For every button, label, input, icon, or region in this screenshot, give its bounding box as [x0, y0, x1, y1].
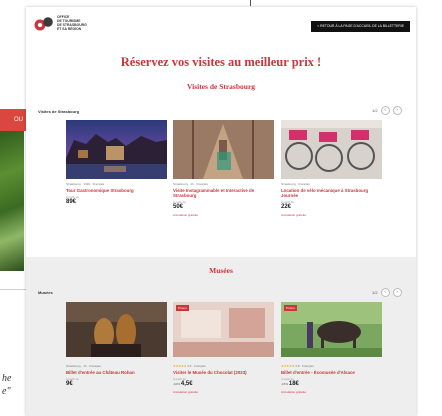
tour-card[interactable]: Strasbourg · 1h30 · Français Tour Gastro…	[66, 120, 167, 205]
card-cancellation-note: Annulation gratuite	[173, 390, 199, 395]
card-price: 9€	[66, 381, 73, 388]
card-price: 50€	[173, 204, 184, 211]
prev-arrow-icon[interactable]: ‹	[380, 106, 390, 115]
rating-stars: ★★★★★	[173, 364, 187, 368]
card-title[interactable]: Billet d'entrée au Château Rohan	[66, 370, 167, 375]
card-image	[281, 120, 382, 179]
card-title[interactable]: Tour Gastronomique Strasbourg	[66, 188, 167, 193]
logo-text: OFFICE DE TOURISME DE STRASBOURG ET SA R…	[57, 15, 87, 31]
card-price: 89€	[66, 199, 77, 206]
card-price-line: -10% 4,5€	[173, 381, 274, 387]
section-title-visites: Visites de Strasbourg	[186, 82, 256, 91]
page-title: Réservez vos visites au meilleur prix !	[120, 55, 322, 69]
card-image: Promo	[173, 302, 274, 361]
promo-badge: Promo	[284, 305, 297, 311]
promo-badge: Promo	[176, 305, 189, 311]
card-title[interactable]: Location de vélo mécanique à Strasbourg …	[281, 188, 382, 198]
section-subtitle-musees: Musées	[38, 290, 53, 295]
museum-card[interactable]: Promo ★★★★★ 4.6 · Français Visiter le Mu…	[173, 302, 274, 394]
card-title[interactable]: Visiter le Musée du Chocolat (2023)	[173, 370, 274, 375]
card-meta: Strasbourg · 1h · Français	[66, 364, 101, 368]
card-meta: Strasbourg · Français	[281, 182, 310, 186]
card-price: 22€	[281, 204, 292, 211]
card-image	[66, 302, 167, 361]
musees-pager: 1/2 ‹ ›	[372, 288, 402, 297]
card-price: 18€	[288, 381, 299, 388]
card-price: 4,5€	[180, 381, 193, 388]
card-meta: ★★★★★ 4.8 · Français	[281, 364, 314, 368]
tour-card[interactable]: Strasbourg · Français Location de vélo m…	[281, 120, 382, 217]
discount: -15%	[281, 382, 289, 387]
ticketing-page: OFFICE DE TOURISME DE STRASBOURG ET SA R…	[26, 7, 416, 416]
section-subtitle-visites: Visites de Strasbourg	[38, 109, 80, 114]
tour-card[interactable]: Strasbourg · 1h · Français Visite Instag…	[173, 120, 274, 217]
pager-count: 1/2	[372, 290, 378, 295]
background-photo	[0, 131, 24, 271]
card-image: Promo	[281, 302, 382, 361]
card-meta: Strasbourg · 1h · Français	[173, 182, 208, 186]
card-cancellation-note: Annulation gratuite	[173, 213, 199, 218]
site-header: OFFICE DE TOURISME DE STRASBOURG ET SA R…	[26, 7, 416, 42]
card-title[interactable]: Visite Instagrammable et Interactive de …	[173, 188, 274, 198]
background-red-tab: OU	[0, 109, 26, 131]
card-meta: ★★★★★ 4.6 · Français	[173, 364, 206, 368]
background-italic-text: he e"	[2, 373, 12, 397]
card-title[interactable]: Billet d'entrée - Écomusée d'Alsace	[281, 370, 382, 375]
next-arrow-icon[interactable]: ›	[392, 106, 402, 115]
logo-icon	[34, 16, 53, 30]
card-price-line: -15% 18€	[281, 381, 382, 387]
museum-card[interactable]: Promo ★★★★★ 4.8 · Français Billet d'entr…	[281, 302, 382, 394]
card-cancellation-note: Annulation gratuite	[281, 213, 307, 218]
pager-count: 1/2	[372, 108, 378, 113]
discount: -10%	[173, 382, 181, 387]
visites-pager: 1/2 ‹ ›	[372, 106, 402, 115]
rating-stars: ★★★★★	[281, 364, 295, 368]
prev-arrow-icon[interactable]: ‹	[380, 288, 390, 297]
card-cancellation-note: Annulation gratuite	[281, 390, 307, 395]
card-image	[66, 120, 167, 179]
site-logo[interactable]: OFFICE DE TOURISME DE STRASBOURG ET SA R…	[34, 15, 87, 31]
back-to-home-button[interactable]: < RETOUR À LA PAGE D'ACCUEIL DE LA BILLE…	[311, 21, 410, 32]
section-title-musees: Musées	[209, 266, 233, 275]
next-arrow-icon[interactable]: ›	[392, 288, 402, 297]
background-line	[250, 0, 251, 6]
card-image	[173, 120, 274, 179]
museum-card[interactable]: Strasbourg · 1h · Français Billet d'entr…	[66, 302, 167, 387]
card-meta: Strasbourg · 1h30 · Français	[66, 182, 105, 186]
